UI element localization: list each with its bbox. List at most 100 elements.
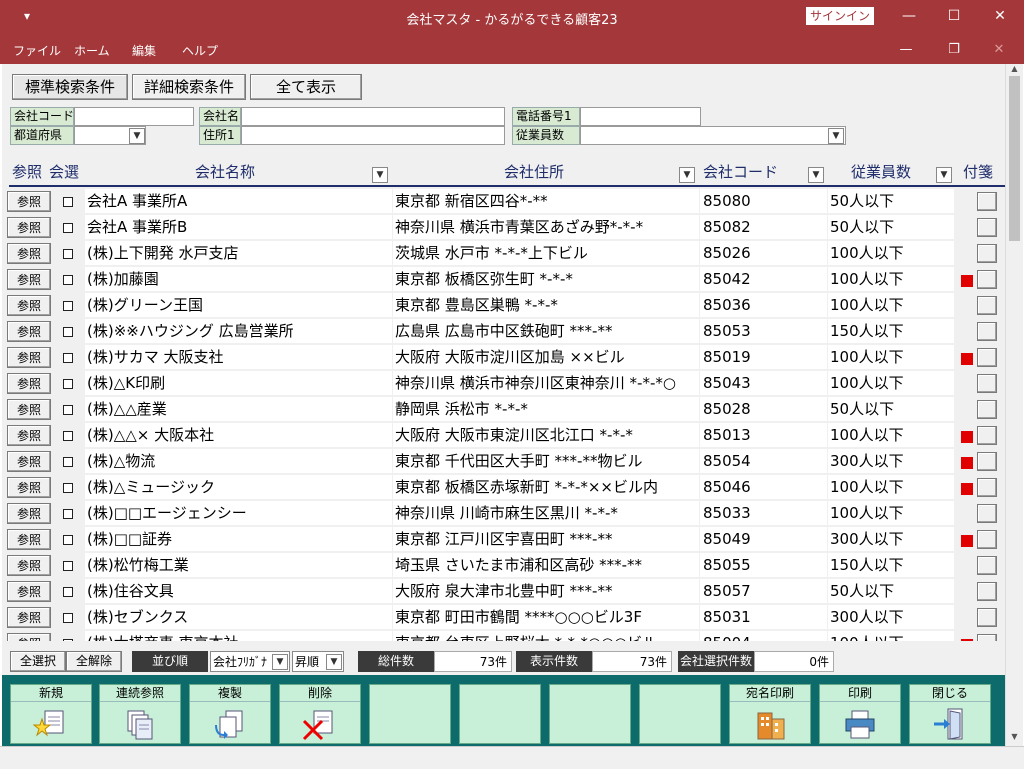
tag-button[interactable] [977,322,997,341]
ref-button[interactable]: 参照 [7,633,51,641]
select-checkbox[interactable] [63,197,73,207]
function-slot-7[interactable] [549,684,631,744]
show-all-button[interactable]: 全て表示 [250,74,362,100]
sort-field-chevron-down-icon[interactable]: ▼ [272,654,288,670]
select-checkbox[interactable] [63,431,73,441]
function-slot-5[interactable] [369,684,451,744]
select-checkbox[interactable] [63,561,73,571]
tag-button[interactable] [977,348,997,367]
select-checkbox[interactable] [63,535,73,545]
code-filter-chevron-down-icon[interactable]: ▼ [808,167,824,183]
company-name-input[interactable] [241,107,505,126]
ref-button[interactable]: 参照 [7,555,51,576]
print-button[interactable]: 印刷 [819,684,901,744]
ref-button[interactable]: 参照 [7,191,51,212]
ref-button[interactable]: 参照 [7,581,51,602]
scroll-thumb[interactable] [1009,76,1020,241]
employees-chevron-down-icon[interactable]: ▼ [828,128,844,144]
select-checkbox[interactable] [63,379,73,389]
select-checkbox[interactable] [63,405,73,415]
tag-button[interactable] [977,270,997,289]
name-filter-chevron-down-icon[interactable]: ▼ [372,167,388,183]
doc-restore-icon[interactable]: ❐ [941,40,967,60]
ref-button[interactable]: 参照 [7,399,51,420]
tag-button[interactable] [977,530,997,549]
copy-button[interactable]: 複製 [189,684,271,744]
menu-home[interactable]: ホーム [74,42,110,59]
menu-edit[interactable]: 編集 [132,42,156,59]
menu-file[interactable]: ファイル [13,42,61,59]
tag-button[interactable] [977,374,997,393]
select-checkbox[interactable] [63,457,73,467]
select-checkbox[interactable] [63,249,73,259]
select-checkbox[interactable] [63,639,73,641]
tab-standard-search[interactable]: 標準検索条件 [12,74,128,100]
ref-button[interactable]: 参照 [7,321,51,342]
employees-filter-chevron-down-icon[interactable]: ▼ [936,167,952,183]
ref-button[interactable]: 参照 [7,347,51,368]
company-code-input[interactable] [74,107,194,126]
doc-minimize-icon[interactable]: — [893,40,919,60]
select-checkbox[interactable] [63,613,73,623]
deselect-all-button[interactable]: 全解除 [66,651,122,672]
delete-button[interactable]: 削除 [279,684,361,744]
scroll-down-icon[interactable]: ▼ [1006,732,1023,744]
select-checkbox[interactable] [63,483,73,493]
select-checkbox[interactable] [63,223,73,233]
window-minimize-icon[interactable]: — [894,6,924,26]
scroll-up-icon[interactable]: ▲ [1006,64,1023,76]
new-button[interactable]: 新規 [10,684,92,744]
menu-help[interactable]: ヘルプ [182,42,218,59]
address-filter-chevron-down-icon[interactable]: ▼ [679,167,695,183]
tag-button[interactable] [977,192,997,211]
close-button[interactable]: 閉じる [909,684,991,744]
ref-button[interactable]: 参照 [7,217,51,238]
sort-order-chevron-down-icon[interactable]: ▼ [326,654,342,670]
company-code-cell: 85082 [700,215,827,239]
tag-button[interactable] [977,556,997,575]
tag-button[interactable] [977,608,997,627]
ref-button[interactable]: 参照 [7,451,51,472]
ref-button[interactable]: 参照 [7,529,51,550]
tag-marker [961,457,973,469]
tag-button[interactable] [977,582,997,601]
select-checkbox[interactable] [63,509,73,519]
select-checkbox[interactable] [63,327,73,337]
window-close-icon[interactable]: ✕ [985,6,1015,26]
tag-button[interactable] [977,400,997,419]
tag-button[interactable] [977,634,997,641]
ref-button[interactable]: 参照 [7,243,51,264]
prefecture-chevron-down-icon[interactable]: ▼ [129,128,145,144]
vertical-scrollbar[interactable]: ▲ ▼ [1005,64,1023,746]
employees-select[interactable] [580,126,846,145]
tab-detail-search[interactable]: 詳細検索条件 [132,74,246,100]
ref-button[interactable]: 参照 [7,373,51,394]
function-slot-6[interactable] [459,684,541,744]
ref-button[interactable]: 参照 [7,269,51,290]
select-checkbox[interactable] [63,353,73,363]
tag-button[interactable] [977,426,997,445]
signin-button[interactable]: サインイン [806,7,874,25]
select-checkbox[interactable] [63,275,73,285]
phone1-input[interactable] [580,107,701,126]
address-print-button[interactable]: 宛名印刷 [729,684,811,744]
ref-button[interactable]: 参照 [7,503,51,524]
select-all-button[interactable]: 全選択 [10,651,66,672]
ref-button[interactable]: 参照 [7,477,51,498]
select-checkbox[interactable] [63,587,73,597]
ref-button[interactable]: 参照 [7,425,51,446]
doc-close-icon[interactable]: ✕ [986,40,1012,60]
tag-button[interactable] [977,478,997,497]
window-maximize-icon[interactable]: ☐ [939,6,969,26]
tag-button[interactable] [977,296,997,315]
tag-button[interactable] [977,218,997,237]
address1-input[interactable] [241,126,505,145]
ref-button[interactable]: 参照 [7,607,51,628]
continuous-ref-button[interactable]: 連続参照 [99,684,181,744]
ref-button[interactable]: 参照 [7,295,51,316]
tag-button[interactable] [977,244,997,263]
function-slot-8[interactable] [639,684,721,744]
tag-button[interactable] [977,504,997,523]
tag-button[interactable] [977,452,997,471]
select-checkbox[interactable] [63,301,73,311]
